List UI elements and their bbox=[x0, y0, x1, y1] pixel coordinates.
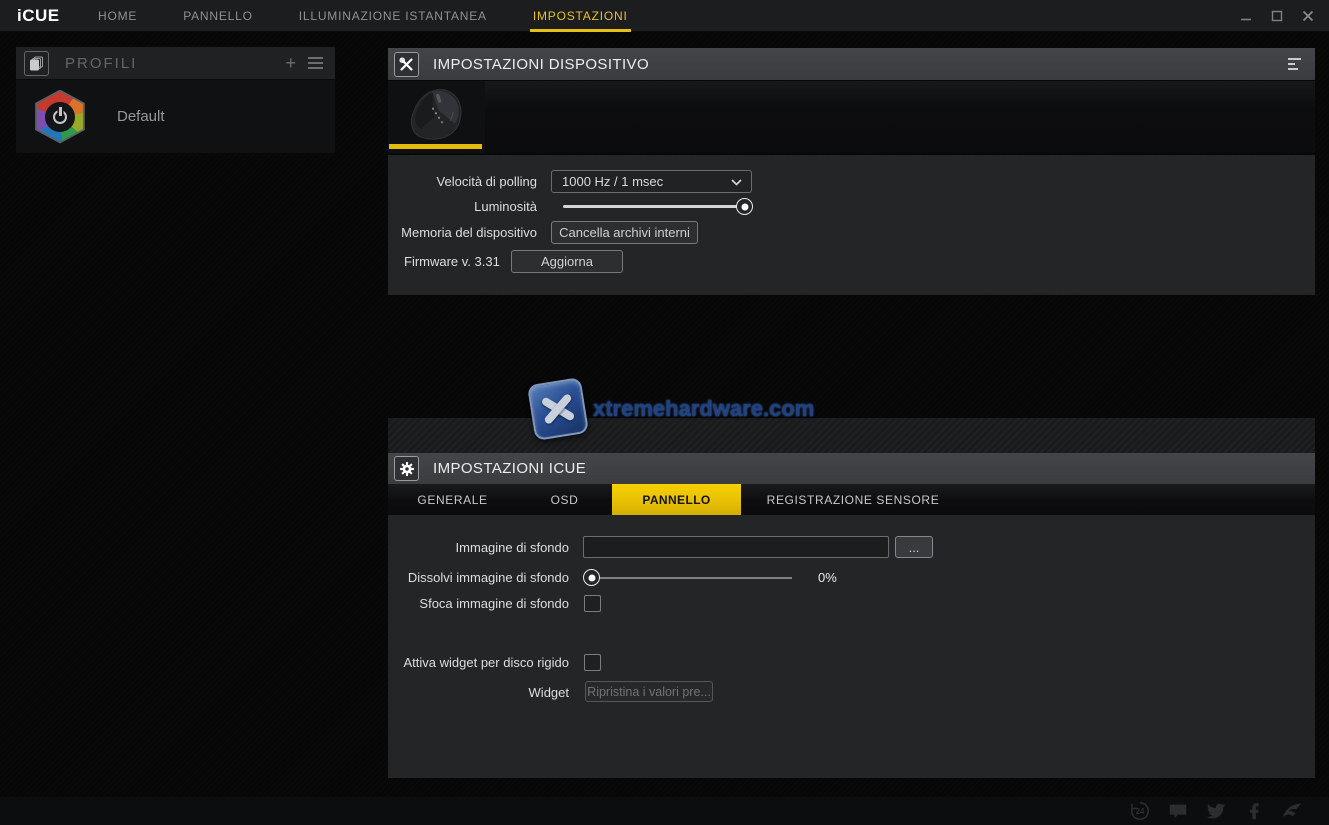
background-texture-band bbox=[388, 418, 1315, 453]
nav-impostazioni[interactable]: IMPOSTAZIONI bbox=[530, 0, 631, 32]
gear-icon bbox=[394, 456, 419, 481]
minimize-icon[interactable] bbox=[1239, 9, 1253, 23]
svg-text:24: 24 bbox=[1136, 807, 1145, 816]
brightness-label: Luminosità bbox=[388, 199, 537, 214]
profile-list-menu-icon[interactable] bbox=[308, 57, 323, 69]
fade-percent-value: 0% bbox=[818, 570, 837, 585]
top-menu-bar: iCUE HOME PANNELLO ILLUMINAZIONE ISTANTA… bbox=[0, 0, 1329, 32]
facebook-icon[interactable] bbox=[1243, 800, 1265, 822]
polling-rate-value: 1000 Hz / 1 msec bbox=[562, 174, 663, 189]
device-settings-header: IMPOSTAZIONI DISPOSITIVO bbox=[388, 48, 1315, 80]
icue-logo: iCUE bbox=[17, 6, 89, 26]
tab-osd[interactable]: OSD bbox=[517, 484, 612, 515]
blur-image-checkbox[interactable] bbox=[584, 595, 601, 612]
twitter-icon[interactable] bbox=[1205, 800, 1227, 822]
icue-tabstrip: GENERALE OSD PANNELLO REGISTRAZIONE SENS… bbox=[388, 484, 1315, 515]
widget-label: Widget bbox=[388, 685, 569, 700]
profiles-header: PROFILI + bbox=[16, 47, 335, 80]
nav-home[interactable]: HOME bbox=[95, 0, 140, 32]
chevron-down-icon bbox=[731, 179, 742, 186]
brightness-slider-handle[interactable] bbox=[736, 198, 753, 215]
restore-widget-defaults-button[interactable]: Ripristina i valori pre... bbox=[585, 681, 713, 702]
device-tab-active-indicator bbox=[389, 144, 482, 149]
polling-label: Velocità di polling bbox=[388, 174, 537, 189]
profile-name: Default bbox=[117, 108, 165, 125]
fade-image-slider[interactable] bbox=[583, 569, 792, 586]
profiles-icon bbox=[24, 51, 49, 76]
fade-image-label: Dissolvi immagine di sfondo bbox=[388, 570, 569, 585]
tab-generale[interactable]: GENERALE bbox=[388, 484, 517, 515]
device-memory-label: Memoria del dispositivo bbox=[388, 225, 537, 240]
power-icon bbox=[51, 108, 69, 126]
profiles-title: PROFILI bbox=[65, 55, 137, 72]
maximize-icon[interactable] bbox=[1270, 9, 1284, 23]
browse-image-button[interactable]: ... bbox=[895, 536, 933, 558]
add-profile-icon[interactable]: + bbox=[285, 56, 296, 70]
background-image-input[interactable] bbox=[583, 536, 889, 558]
support-24-icon[interactable]: 24 bbox=[1129, 800, 1151, 822]
nav-pannello[interactable]: PANNELLO bbox=[180, 0, 256, 32]
profile-item-default[interactable]: Default bbox=[16, 80, 335, 153]
mouse-image bbox=[406, 87, 468, 141]
firmware-version-label: Firmware v. 3.31 bbox=[404, 254, 500, 269]
top-nav: HOME PANNELLO ILLUMINAZIONE ISTANTANEA I… bbox=[95, 0, 631, 32]
clear-onboard-storage-button[interactable]: Cancella archivi interni bbox=[551, 221, 698, 244]
footer-bar: 24 bbox=[0, 797, 1329, 825]
tab-registrazione-sensore[interactable]: REGISTRAZIONE SENSORE bbox=[741, 484, 965, 515]
forum-icon[interactable] bbox=[1167, 800, 1189, 822]
fade-image-slider-handle[interactable] bbox=[583, 569, 600, 586]
hdd-widget-label: Attiva widget per disco rigido bbox=[388, 655, 569, 670]
main-content: IMPOSTAZIONI DISPOSITIVO bbox=[388, 48, 1315, 778]
tools-icon bbox=[394, 52, 419, 77]
device-tab-mouse[interactable] bbox=[388, 81, 485, 153]
nav-illuminazione-istantanea[interactable]: ILLUMINAZIONE ISTANTANEA bbox=[296, 0, 490, 32]
close-icon[interactable] bbox=[1301, 9, 1315, 23]
corsair-icon[interactable] bbox=[1281, 800, 1303, 822]
panel-menu-icon[interactable] bbox=[1288, 58, 1301, 70]
firmware-update-button[interactable]: Aggiorna bbox=[511, 250, 623, 273]
brightness-slider[interactable] bbox=[563, 198, 753, 215]
background-image-label: Immagine di sfondo bbox=[388, 540, 569, 555]
window-controls bbox=[1239, 0, 1315, 32]
profile-avatar bbox=[33, 90, 87, 144]
tab-pannello[interactable]: PANNELLO bbox=[612, 484, 741, 515]
profiles-sidebar: PROFILI + Default bbox=[16, 47, 335, 153]
device-settings-panel: Velocità di polling 1000 Hz / 1 msec Lum… bbox=[388, 155, 1315, 295]
blur-image-label: Sfoca immagine di sfondo bbox=[388, 596, 569, 611]
icue-settings-panel: Immagine di sfondo ... Dissolvi immagine… bbox=[388, 515, 1315, 778]
device-settings-title: IMPOSTAZIONI DISPOSITIVO bbox=[433, 56, 649, 73]
icue-settings-title: IMPOSTAZIONI ICUE bbox=[433, 460, 586, 477]
polling-rate-select[interactable]: 1000 Hz / 1 msec bbox=[551, 170, 752, 193]
hdd-widget-checkbox[interactable] bbox=[584, 654, 601, 671]
device-tabstrip bbox=[388, 81, 1315, 153]
icue-window: iCUE HOME PANNELLO ILLUMINAZIONE ISTANTA… bbox=[0, 0, 1329, 825]
icue-settings-header: IMPOSTAZIONI ICUE bbox=[388, 453, 1315, 484]
